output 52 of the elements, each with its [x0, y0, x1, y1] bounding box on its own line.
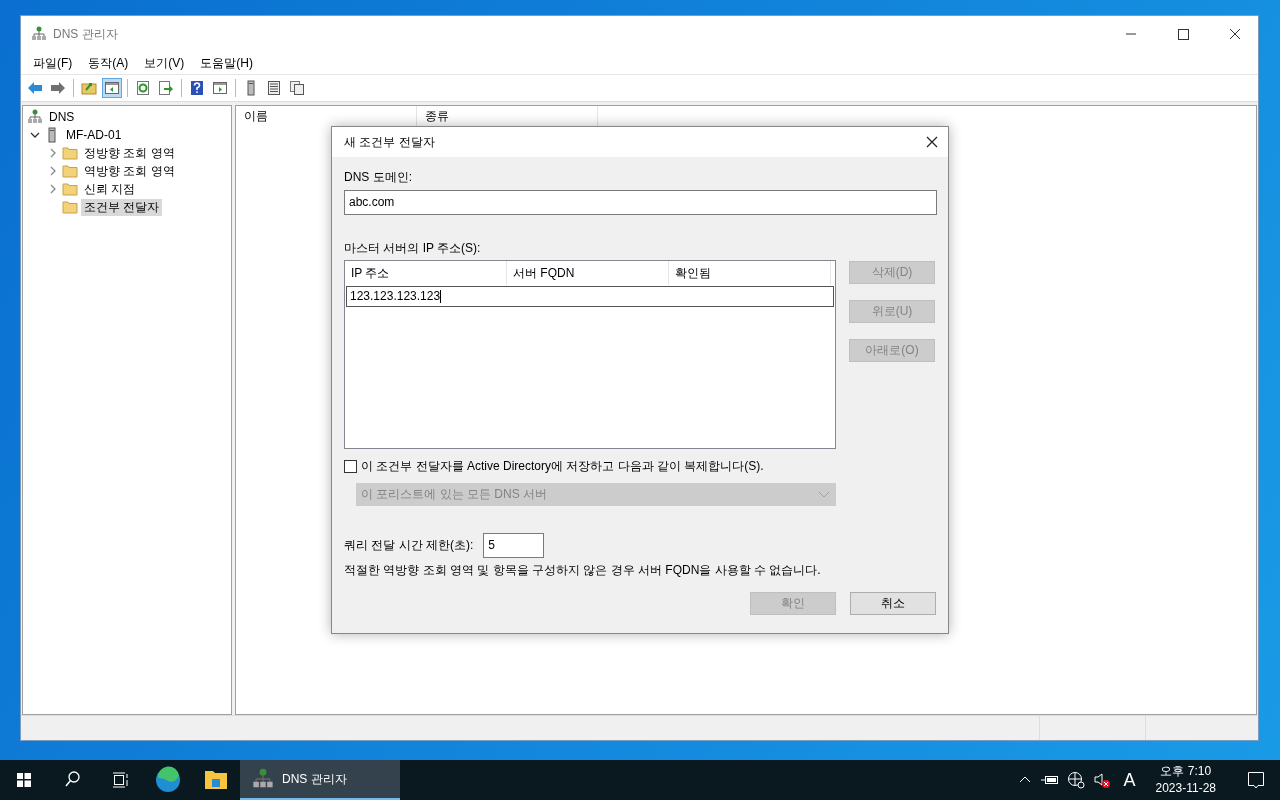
pane-icon [212, 80, 228, 96]
menu-item[interactable]: 보기(V) [136, 54, 193, 72]
input-field[interactable]: abc.com [344, 190, 937, 215]
folder-icon [62, 145, 78, 161]
console-icon [104, 80, 120, 96]
app-icon [31, 26, 47, 42]
input-method-indicator[interactable]: A [1119, 769, 1140, 791]
forward-icon [50, 80, 66, 96]
help-icon [189, 80, 205, 96]
folder-icon [62, 163, 78, 179]
toolbar-button[interactable] [102, 78, 122, 98]
back-icon [27, 80, 43, 96]
input-field[interactable]: 5 [483, 533, 545, 558]
dialog-button[interactable]: 취소 [850, 592, 936, 615]
dialog-title: 새 조건부 전달자 [344, 133, 436, 151]
field-label: 쿼리 전달 시간 제한(초): [344, 537, 474, 554]
checkbox-label: 이 조건부 전달자를 Active Directory에 저장하고 다음과 같이 복제합니다(S). [361, 458, 764, 475]
input-field[interactable]: 123.123.123.123 [346, 286, 834, 307]
toolbar-button[interactable] [156, 78, 176, 98]
export-icon [158, 80, 174, 96]
refresh-icon [135, 80, 151, 96]
column-header[interactable]: 확인됨 [669, 261, 831, 285]
tree-item[interactable]: 신뢰 지점 [81, 180, 139, 198]
note-text: 적절한 역방향 조회 영역 및 항목을 구성하지 않은 경우 서버 FQDN을 사용할 수 없습니다. [344, 562, 822, 579]
menu-item[interactable]: 파일(F) [25, 54, 81, 72]
checkbox[interactable] [344, 460, 357, 473]
tree-item[interactable]: 정방향 조회 영역 [81, 144, 178, 162]
text-cursor [440, 290, 442, 304]
chevron-down-icon [819, 491, 829, 498]
menu-item[interactable]: 동작(A) [80, 54, 137, 72]
taskbar-app[interactable]: DNS 관리자 [240, 760, 400, 800]
column-header[interactable]: 서버 FQDN [507, 261, 669, 285]
tree-item[interactable]: MF-AD-01 [63, 128, 125, 142]
speaker-muted-icon[interactable] [1093, 771, 1112, 789]
globe-icon[interactable] [1067, 771, 1086, 789]
tree-item[interactable]: 조건부 전달자 [81, 198, 163, 216]
folder-icon [62, 181, 78, 197]
toolbar-button[interactable] [287, 78, 307, 98]
copy-icon [289, 80, 305, 96]
tree-item[interactable]: DNS [46, 110, 78, 124]
clock[interactable]: 오후 7:10 2023-11-28 [1147, 763, 1224, 797]
column-header[interactable]: IP 주소 [345, 261, 507, 285]
field-label: DNS 도메인: [344, 169, 413, 185]
menu-item[interactable]: 도움말(H) [192, 54, 261, 72]
tree-item[interactable]: 역방향 조회 영역 [81, 162, 178, 180]
app-icon [252, 768, 274, 790]
field-label: 마스터 서버의 IP 주소(S): [344, 240, 482, 256]
folder-icon [62, 199, 78, 215]
upfolder-icon [81, 80, 97, 96]
network-icon [27, 109, 43, 125]
list-icon [266, 80, 282, 96]
window-title: DNS 관리자 [53, 25, 119, 43]
